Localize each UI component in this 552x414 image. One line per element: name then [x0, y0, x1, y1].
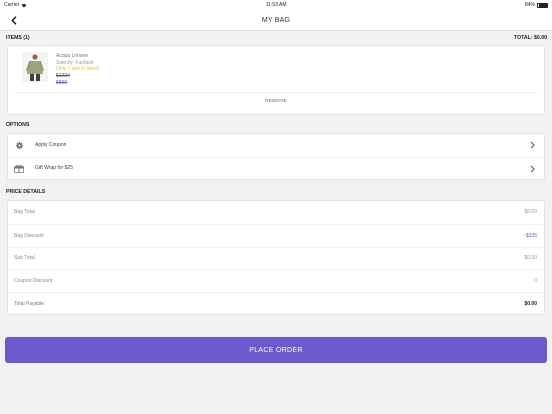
- chevron-left-icon: [11, 15, 17, 25]
- gear-icon: [14, 140, 24, 150]
- chevron-right-icon: [530, 141, 535, 149]
- items-count-label: ITEMS (1): [6, 34, 30, 41]
- bag-total-label: TOTAL: $0.00: [514, 34, 547, 41]
- item-stock-warning: Only 1 unit in Stock: [56, 66, 100, 73]
- gift-wrap-row[interactable]: Gift Wrap for $25: [8, 156, 544, 180]
- sub-total-row: Sub Total $0.00: [8, 246, 544, 270]
- gift-box-icon: [14, 163, 24, 173]
- back-button[interactable]: [8, 13, 20, 27]
- battery-percent: 84%: [524, 2, 535, 8]
- price-row-label: Coupon Discount: [14, 278, 53, 285]
- options-section-header: OPTIONS: [0, 118, 552, 131]
- price-row-label: Bag Discount: [14, 232, 44, 239]
- shirt-image: [22, 52, 48, 82]
- gift-wrap-label: Gift Wrap for $25: [35, 165, 73, 172]
- status-left: Carrier: [4, 2, 27, 8]
- price-row-value: $0.00: [524, 255, 537, 262]
- status-time: 11:53 AM: [265, 2, 287, 8]
- price-section-header: PRICE DETAILS: [0, 185, 552, 198]
- total-payable-row: Total Payable $0.00: [8, 292, 544, 315]
- item-details: Acqua Limone Sold by: Funfash Only 1 uni…: [56, 53, 99, 87]
- coupon-discount-row: Coupon Discount 0: [8, 269, 544, 292]
- price-row-label: Total Payable: [14, 301, 45, 308]
- status-bar: Carrier 11:53 AM 84%: [0, 0, 552, 10]
- item-mrp: $1234: [56, 73, 70, 80]
- page-title: MY BAG: [261, 16, 291, 24]
- price-row-value: $0.00: [524, 301, 537, 308]
- product-image[interactable]: [22, 52, 48, 82]
- item-price: $899: [56, 79, 68, 86]
- divider: [14, 92, 538, 93]
- apply-coupon-label: Apply Coupon: [35, 142, 67, 149]
- price-row-value: -$335: [524, 232, 537, 239]
- item-seller: Sold by: Funfash: [56, 59, 94, 66]
- options-card: Apply Coupon Gift Wrap for $25: [7, 133, 545, 180]
- bag-discount-row: Bag Discount -$335: [8, 223, 544, 247]
- items-section-header: ITEMS (1) TOTAL: $0.00: [0, 31, 552, 44]
- price-row-label: Sub Total: [14, 255, 35, 262]
- bag-total-row: Bag Total $0.00: [8, 201, 544, 224]
- wifi-icon: [21, 3, 27, 7]
- price-details-label: PRICE DETAILS: [6, 188, 46, 195]
- status-right: 84%: [525, 2, 548, 8]
- price-row-label: Bag Total: [14, 209, 35, 216]
- battery-icon: [537, 2, 548, 8]
- nav-bar: MY BAG: [0, 10, 552, 31]
- price-row-value: $0.00: [524, 209, 537, 216]
- remove-button[interactable]: REMOVE: [8, 98, 544, 103]
- apply-coupon-row[interactable]: Apply Coupon: [8, 134, 544, 157]
- bag-item-card: Acqua Limone Sold by: Funfash Only 1 uni…: [7, 45, 545, 115]
- price-row-value: 0: [534, 278, 537, 285]
- carrier-label: Carrier: [4, 2, 20, 8]
- place-order-button[interactable]: PLACE ORDER: [5, 337, 547, 363]
- chevron-right-icon: [530, 164, 535, 173]
- item-name[interactable]: Acqua Limone: [56, 53, 99, 60]
- price-details-card: Bag Total $0.00 Bag Discount -$335 Sub T…: [7, 200, 545, 315]
- options-label: OPTIONS: [6, 121, 30, 128]
